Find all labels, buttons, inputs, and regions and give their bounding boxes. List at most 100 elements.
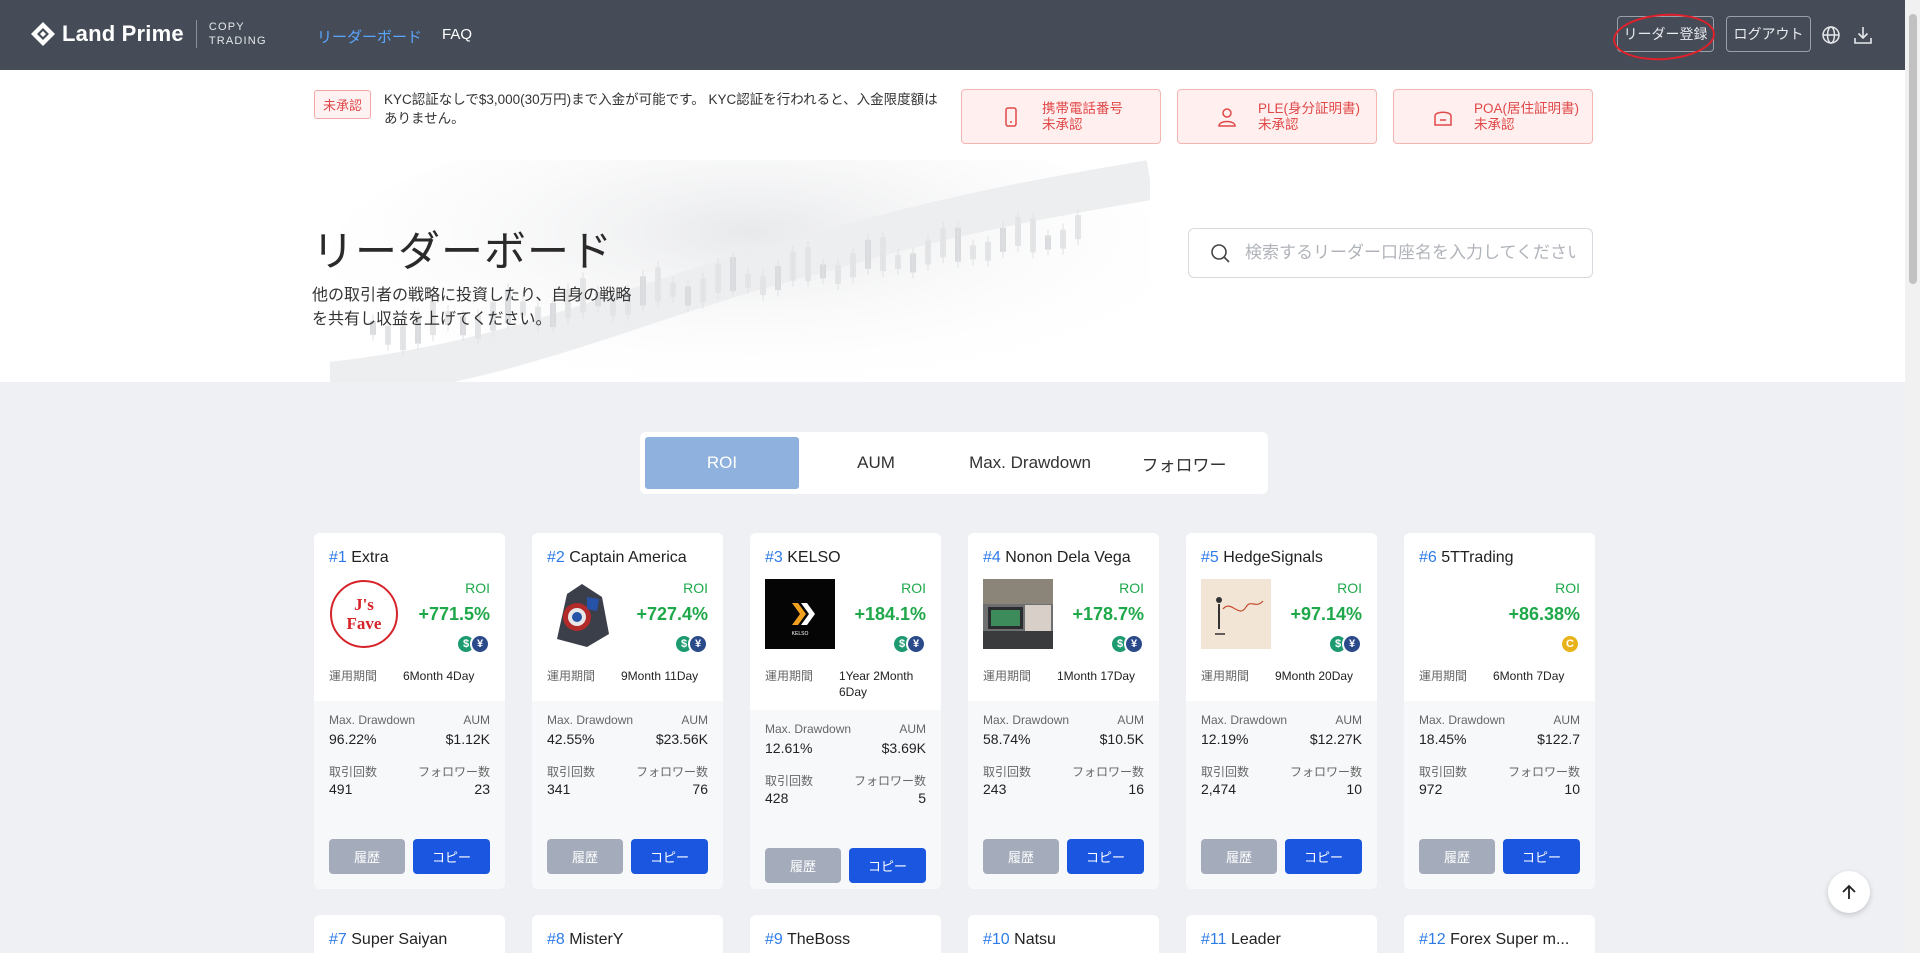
scrollbar-thumb[interactable] — [1909, 14, 1917, 284]
leader-rank-name[interactable]: #4 Nonon Dela Vega — [983, 549, 1131, 567]
leader-rank-name[interactable]: #11 Leader — [1201, 931, 1376, 949]
leader-rank: #11 — [1201, 931, 1227, 948]
leader-card[interactable]: #8 MisterY — [532, 915, 723, 953]
trades-value: 491 — [329, 781, 353, 797]
kyc-address-card[interactable]: POA(居住証明書) 未承認 — [1393, 89, 1593, 144]
history-button[interactable]: 履歴 — [329, 839, 405, 874]
period-value: 9Month 11Day — [621, 669, 699, 683]
max-drawdown-label: Max. Drawdown — [329, 713, 416, 727]
tab-aum[interactable]: AUM — [799, 437, 953, 489]
max-drawdown-value: 12.19% — [1201, 731, 1249, 747]
trades-value: 341 — [547, 781, 571, 797]
aum-label: AUM — [1117, 713, 1144, 727]
kyc-id-card[interactable]: PLE(身分証明書) 未承認 — [1177, 89, 1377, 144]
trades-label: 取引回数 — [547, 765, 596, 779]
leader-rank: #3 — [765, 549, 783, 566]
leader-rank-name[interactable]: #6 5TTrading — [1419, 549, 1514, 567]
nav-faq[interactable]: FAQ — [442, 26, 472, 43]
tab-followers[interactable]: フォロワー — [1107, 437, 1261, 489]
period-label: 運用期間 — [1201, 669, 1250, 683]
leader-card[interactable]: #4 Nonon Dela Vega ROI +178.7% $ ¥ 運用期間 1Month… — [968, 533, 1159, 889]
followers-value: 76 — [692, 781, 708, 797]
leader-card[interactable]: #1 Extra J's Fave ROI +771.5% $ ¥ 運用期間 6Month 4D… — [314, 533, 505, 889]
tab-max-drawdown[interactable]: Max. Drawdown — [953, 437, 1107, 489]
history-button[interactable]: 履歴 — [547, 839, 623, 874]
followers-label: フォロワー数 — [853, 774, 926, 788]
leader-card[interactable]: #5 HedgeSignals ROI +97.14% $ ¥ 運用期間 9Month 20… — [1186, 533, 1377, 889]
leader-search-box[interactable] — [1188, 228, 1593, 278]
leader-card[interactable]: #7 Super Saiyan — [314, 915, 505, 953]
aum-label: AUM — [899, 722, 926, 736]
leader-rank-name[interactable]: #1 Extra — [329, 549, 389, 567]
currency-icons: C — [1560, 634, 1580, 654]
leader-avatar — [983, 579, 1053, 649]
kyc-phone-status: 未承認 — [1042, 116, 1083, 132]
followers-value: 23 — [474, 781, 490, 797]
period-value: 6Month 4Day — [403, 669, 475, 683]
aum-label: AUM — [1553, 713, 1580, 727]
kyc-phone-title: 携帯電話番号 — [1042, 100, 1123, 116]
max-drawdown-label: Max. Drawdown — [983, 713, 1070, 727]
history-button[interactable]: 履歴 — [1201, 839, 1277, 874]
history-button[interactable]: 履歴 — [1419, 839, 1495, 874]
aum-value: $1.12K — [445, 731, 490, 747]
max-drawdown-label: Max. Drawdown — [765, 722, 852, 736]
leader-rank-name[interactable]: #7 Super Saiyan — [329, 931, 504, 949]
sort-tabs: ROI AUM Max. Drawdown フォロワー — [640, 432, 1268, 494]
leader-avatar: KELSO — [765, 579, 835, 649]
copy-button[interactable]: コピー — [1285, 839, 1362, 874]
kyc-phone-card[interactable]: 携帯電話番号 未承認 — [961, 89, 1161, 144]
trades-value: 972 — [1419, 781, 1443, 797]
max-drawdown-label: Max. Drawdown — [547, 713, 634, 727]
logo-mark-icon — [30, 21, 56, 47]
leader-card[interactable]: #3 KELSO KELSO ROI +184.1% $ ¥ 運用期間 1Year 2Mont… — [750, 533, 941, 889]
roi-value: +771.5% — [418, 604, 490, 624]
thumb-text-line1: J's — [354, 595, 374, 614]
logo[interactable]: Land Prime COPY TRADING — [30, 20, 267, 48]
leader-card[interactable]: #12 Forex Super m... — [1404, 915, 1595, 953]
copy-button[interactable]: コピー — [1067, 839, 1144, 874]
aum-label: AUM — [463, 713, 490, 727]
logout-button[interactable]: ログアウト — [1726, 16, 1811, 52]
tab-roi[interactable]: ROI — [645, 437, 799, 489]
period-label: 運用期間 — [765, 669, 814, 683]
leader-rank: #5 — [1201, 549, 1219, 566]
leader-name: KELSO — [787, 549, 841, 566]
leader-card[interactable]: #10 Natsu — [968, 915, 1159, 953]
leader-rank-name[interactable]: #9 TheBoss — [765, 931, 940, 949]
scroll-to-top-button[interactable] — [1828, 871, 1870, 913]
history-button[interactable]: 履歴 — [765, 848, 841, 883]
kyc-phone-label: 携帯電話番号 未承認 — [1042, 101, 1123, 133]
top-navbar: Land Prime COPY TRADING リーダーボード FAQ リーダー… — [0, 0, 1905, 70]
copy-button[interactable]: コピー — [413, 839, 490, 874]
leader-card[interactable]: #6 5TTrading ROI +86.38% C 運用期間 6Month 7Day Ma… — [1404, 533, 1595, 889]
history-button[interactable]: 履歴 — [983, 839, 1059, 874]
leader-card[interactable]: #11 Leader — [1186, 915, 1377, 953]
nav-leaderboard[interactable]: リーダーボード — [317, 26, 422, 47]
kyc-id-title: PLE(身分証明書) — [1258, 100, 1361, 116]
aum-label: AUM — [681, 713, 708, 727]
leader-rank-name[interactable]: #12 Forex Super m... — [1419, 931, 1594, 949]
copy-button[interactable]: コピー — [849, 848, 926, 883]
copy-button[interactable]: コピー — [631, 839, 708, 874]
trades-label: 取引回数 — [765, 774, 814, 788]
leader-rank: #12 — [1419, 931, 1446, 948]
search-input[interactable] — [1245, 243, 1575, 263]
period-label: 運用期間 — [1419, 669, 1468, 683]
followers-value: 16 — [1128, 781, 1144, 797]
period-value: 9Month 20Day — [1275, 669, 1354, 683]
leader-rank-name[interactable]: #5 HedgeSignals — [1201, 549, 1323, 567]
page-scrollbar[interactable] — [1905, 0, 1920, 953]
followers-value: 10 — [1346, 781, 1362, 797]
leader-rank: #8 — [547, 931, 565, 948]
leader-rank-name[interactable]: #2 Captain America — [547, 549, 687, 567]
globe-icon[interactable] — [1820, 24, 1842, 46]
leader-rank-name[interactable]: #8 MisterY — [547, 931, 722, 949]
leader-rank-name[interactable]: #10 Natsu — [983, 931, 1158, 949]
roi-value: +86.38% — [1508, 604, 1580, 624]
leader-rank-name[interactable]: #3 KELSO — [765, 549, 841, 567]
download-icon[interactable] — [1852, 24, 1874, 46]
leader-card[interactable]: #9 TheBoss — [750, 915, 941, 953]
leader-card[interactable]: #2 Captain America ROI +727.4% $ ¥ 運用期間 9Month… — [532, 533, 723, 889]
copy-button[interactable]: コピー — [1503, 839, 1580, 874]
